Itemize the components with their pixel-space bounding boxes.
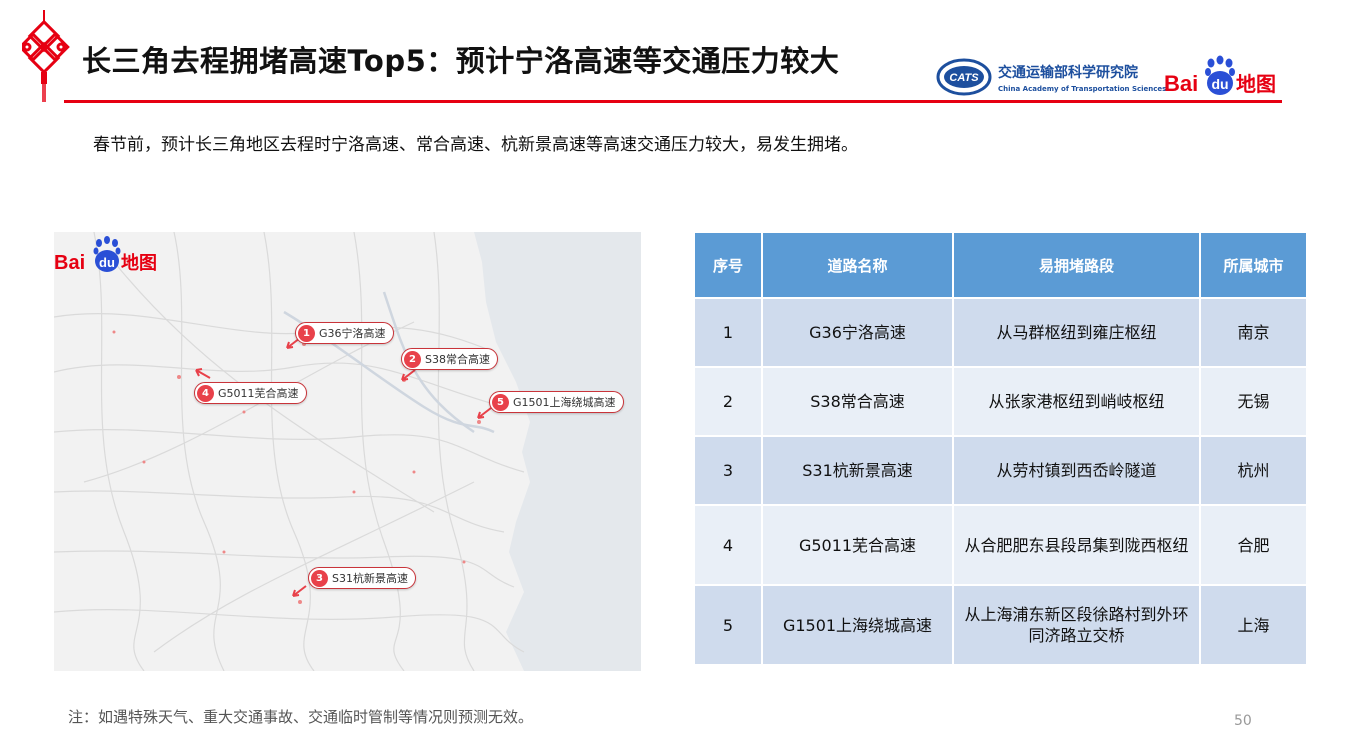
row-city: 杭州 (1199, 435, 1308, 506)
row-index: 1 (693, 297, 763, 368)
column-header-congested-section: 易拥堵路段 (952, 231, 1201, 299)
row-city: 上海 (1199, 584, 1308, 666)
marker-3-arrow-icon (292, 585, 307, 597)
cats-logo-icon: CATS (936, 58, 992, 96)
row-congested-section: 从张家港枢纽到峭岐枢纽 (952, 366, 1201, 437)
baidu-map-logo: Bai du 地图 (1164, 55, 1276, 96)
marker-2-number: 2 (404, 350, 421, 368)
column-header-index: 序号 (693, 231, 763, 299)
table-row: 2 S38常合高速 从张家港枢纽到峭岐枢纽 无锡 (693, 366, 1308, 437)
marker-4-label: G5011芜合高速 (218, 387, 299, 400)
footnote: 注：如遇特殊天气、重大交通事故、交通临时管制等情况则预测无效。 (68, 708, 534, 726)
row-index: 3 (693, 435, 763, 506)
table-row: 4 G5011芜合高速 从合肥肥东县段昂集到陇西枢纽 合肥 (693, 504, 1308, 586)
row-index: 4 (693, 504, 763, 586)
marker-4-number: 4 (197, 384, 214, 402)
map-background (54, 232, 641, 671)
marker-3-label: S31杭新景高速 (332, 572, 408, 585)
map-logo-du: du (99, 255, 115, 270)
intro-text: 春节前，预计长三角地区去程时宁洛高速、常合高速、杭新景高速等高速交通压力较大，易… (93, 135, 858, 155)
row-congested-section: 从劳村镇到西岙岭隧道 (952, 435, 1201, 506)
map-marker-1[interactable]: 1 G36宁洛高速 (295, 322, 394, 344)
marker-1-number: 1 (298, 324, 315, 342)
marker-5-arrow-icon (477, 407, 492, 419)
table-header-row: 序号 道路名称 易拥堵路段 所属城市 (693, 231, 1308, 299)
map-baidu-logo: Bai du 地图 (54, 236, 157, 274)
map-marker-4[interactable]: 4 G5011芜合高速 (194, 382, 307, 404)
baidu-logo-du: du (1211, 76, 1228, 92)
org-name-en: China Academy of Transportation Sciences (998, 85, 1167, 93)
cats-logo-text: CATS (949, 72, 979, 84)
marker-2-label: S38常合高速 (425, 353, 490, 366)
column-header-city: 所属城市 (1199, 231, 1308, 299)
traffic-map: Bai du 地图 1 G36宁洛高速 2 S38常合高速 5 G1501上海绕… (54, 232, 641, 671)
marker-5-number: 5 (492, 393, 509, 411)
table-row: 3 S31杭新景高速 从劳村镇到西岙岭隧道 杭州 (693, 435, 1308, 506)
map-marker-2[interactable]: 2 S38常合高速 (401, 348, 498, 370)
page-title: 长三角去程拥堵高速Top5：预计宁洛高速等交通压力较大 (82, 44, 840, 78)
marker-4-arrow-icon (195, 368, 211, 379)
marker-3-number: 3 (311, 569, 328, 587)
table-row: 1 G36宁洛高速 从马群枢纽到雍庄枢纽 南京 (693, 297, 1308, 368)
row-road-name: G5011芜合高速 (761, 504, 954, 586)
map-marker-5[interactable]: 5 G1501上海绕城高速 (489, 391, 624, 413)
baidu-logo-map: 地图 (1236, 72, 1276, 96)
row-road-name: S38常合高速 (761, 366, 954, 437)
marker-5-label: G1501上海绕城高速 (513, 396, 616, 409)
map-logo-map: 地图 (121, 252, 157, 274)
row-city: 南京 (1199, 297, 1308, 368)
org-name-block: 交通运输部科学研究院 China Academy of Transportati… (998, 62, 1166, 93)
row-road-name: G1501上海绕城高速 (761, 584, 954, 666)
row-road-name: G36宁洛高速 (761, 297, 954, 368)
row-congested-section: 从合肥肥东县段昂集到陇西枢纽 (952, 504, 1201, 586)
row-road-name: S31杭新景高速 (761, 435, 954, 506)
title-divider (64, 100, 1282, 103)
map-logo-bai: Bai (54, 252, 85, 274)
marker-1-label: G36宁洛高速 (319, 327, 386, 340)
row-city: 合肥 (1199, 504, 1308, 586)
congestion-table: 序号 道路名称 易拥堵路段 所属城市 1 G36宁洛高速 从马群枢纽到雍庄枢纽 … (693, 231, 1308, 666)
row-congested-section: 从上海浦东新区段徐路村到外环同济路立交桥 (952, 584, 1201, 666)
org-name-cn: 交通运输部科学研究院 (998, 65, 1138, 81)
marker-2-arrow-icon (401, 369, 416, 381)
chinese-knot-icon (22, 10, 70, 102)
row-index: 5 (693, 584, 763, 666)
baidu-logo-bai: Bai (1164, 71, 1198, 96)
row-congested-section: 从马群枢纽到雍庄枢纽 (952, 297, 1201, 368)
table-row: 5 G1501上海绕城高速 从上海浦东新区段徐路村到外环同济路立交桥 上海 (693, 584, 1308, 666)
page-number: 50 (1234, 713, 1252, 729)
column-header-road-name: 道路名称 (761, 231, 954, 299)
row-city: 无锡 (1199, 366, 1308, 437)
row-index: 2 (693, 366, 763, 437)
map-marker-3[interactable]: 3 S31杭新景高速 (308, 567, 416, 589)
